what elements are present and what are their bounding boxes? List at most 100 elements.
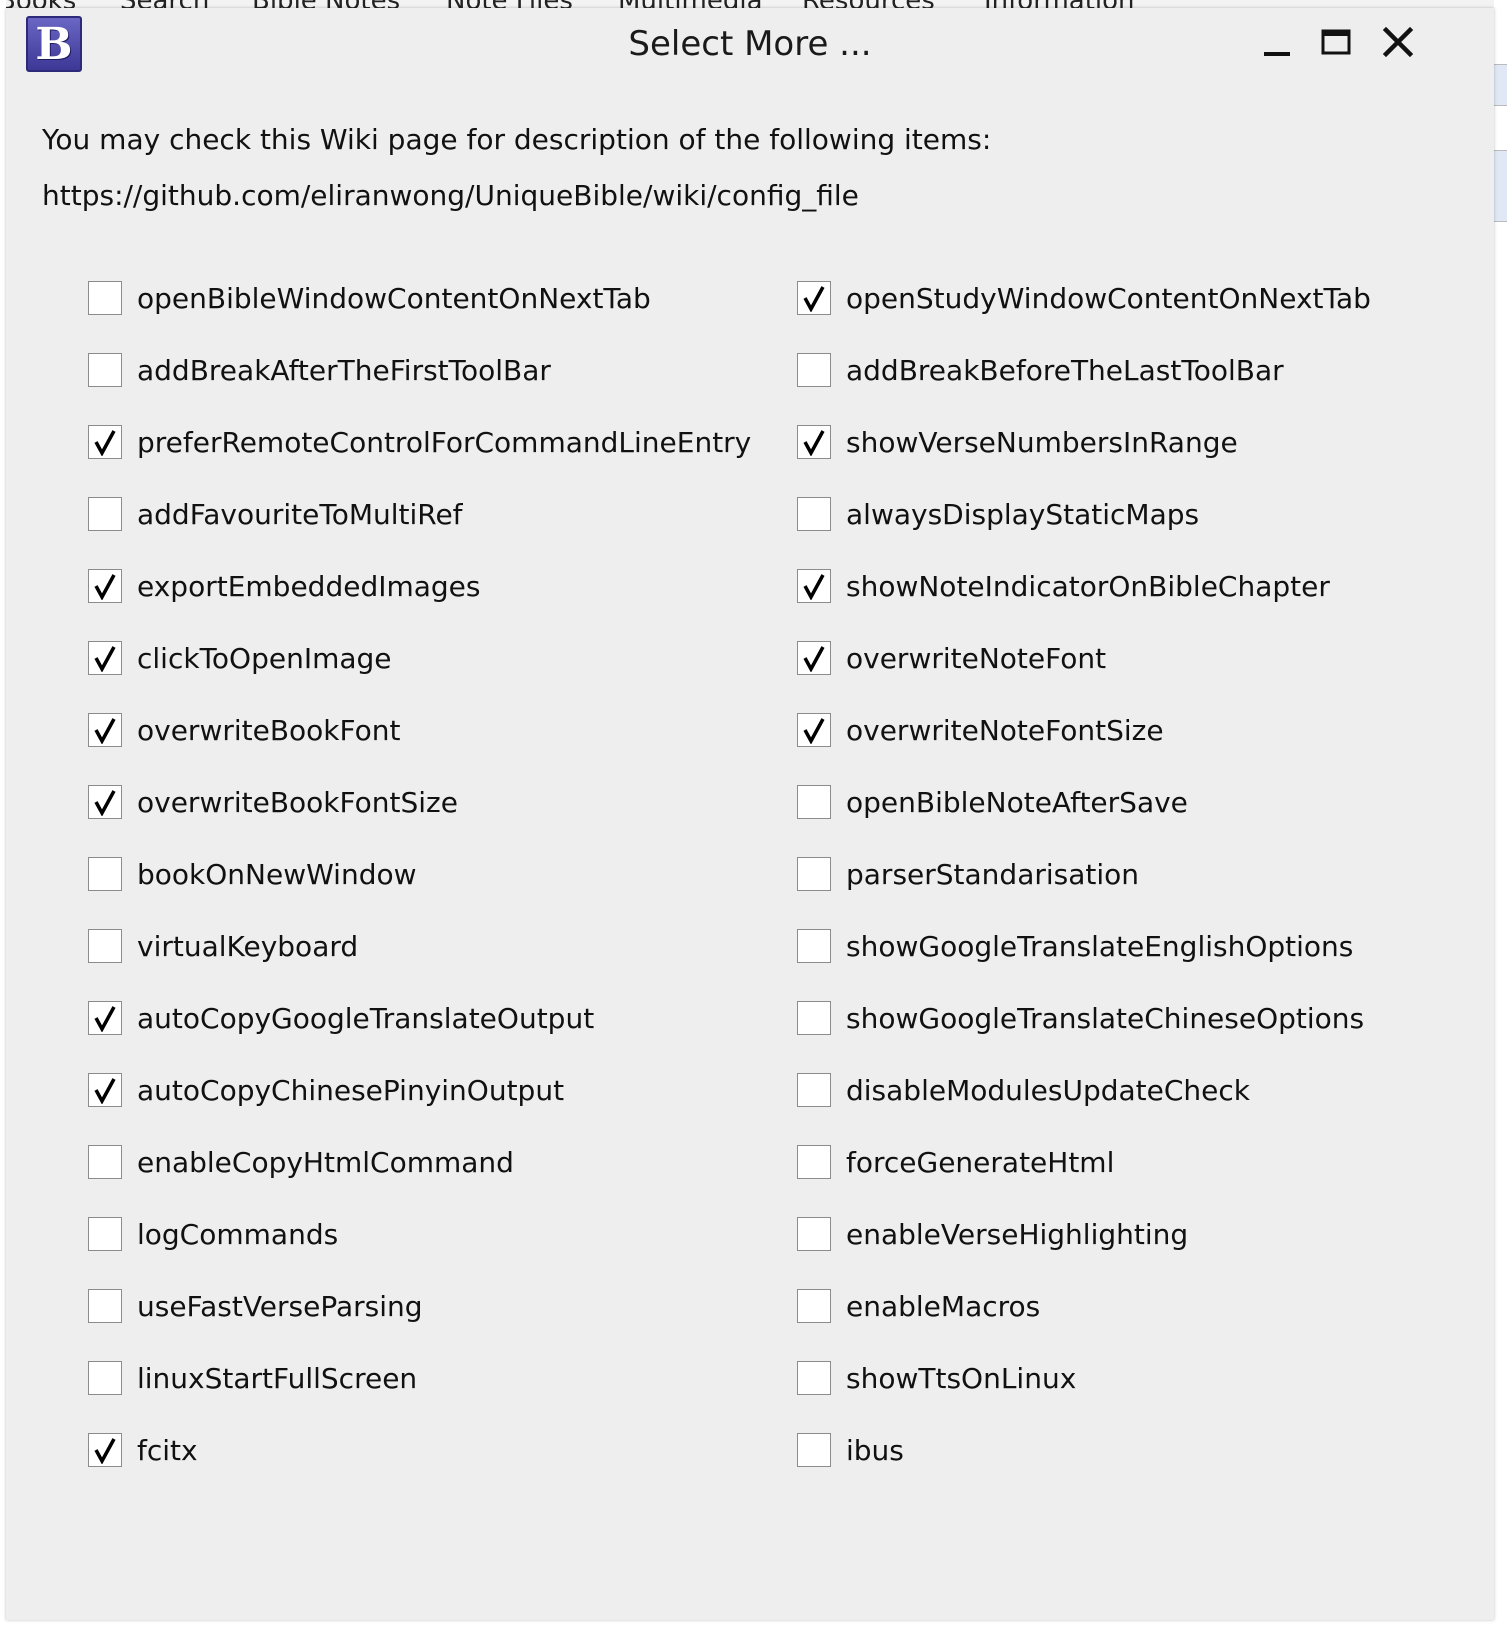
checkbox-label: enableCopyHtmlCommand (137, 1145, 514, 1179)
option-linuxStartFullScreen[interactable]: linuxStartFullScreen (88, 1358, 417, 1398)
option-overwriteBookFontSize[interactable]: overwriteBookFontSize (88, 782, 458, 822)
checkmark-icon (94, 1438, 116, 1464)
checkbox-label: bookOnNewWindow (137, 857, 417, 891)
option-virtualKeyboard[interactable]: virtualKeyboard (88, 926, 358, 966)
checkbox[interactable] (797, 1073, 831, 1107)
checkbox[interactable] (88, 353, 122, 387)
option-clickToOpenImage[interactable]: clickToOpenImage (88, 638, 392, 678)
option-disableModulesUpdateCheck[interactable]: disableModulesUpdateCheck (797, 1070, 1250, 1110)
checkbox[interactable] (88, 425, 122, 459)
checkbox-label: showGoogleTranslateChineseOptions (846, 1001, 1365, 1035)
checkbox[interactable] (88, 497, 122, 531)
checkbox-label: overwriteNoteFont (846, 641, 1107, 675)
minimize-icon (1264, 52, 1290, 56)
option-overwriteNoteFont[interactable]: overwriteNoteFont (797, 638, 1106, 678)
option-enableMacros[interactable]: enableMacros (797, 1286, 1040, 1326)
checkbox[interactable] (88, 1217, 122, 1251)
option-showVerseNumbersInRange[interactable]: showVerseNumbersInRange (797, 422, 1238, 462)
checkbox-label: forceGenerateHtml (846, 1145, 1115, 1179)
checkbox[interactable] (797, 497, 831, 531)
checkbox[interactable] (797, 1145, 831, 1179)
checkbox[interactable] (797, 1217, 831, 1251)
option-addBreakBeforeTheLastToolBar[interactable]: addBreakBeforeTheLastToolBar (797, 350, 1284, 390)
checkmark-icon (94, 718, 116, 744)
checkbox[interactable] (797, 1361, 831, 1395)
checkbox[interactable] (797, 1433, 831, 1467)
bg-toolbar-strip (1494, 150, 1507, 222)
checkbox[interactable] (797, 1001, 831, 1035)
checkbox[interactable] (797, 713, 831, 747)
option-overwriteBookFont[interactable]: overwriteBookFont (88, 710, 400, 750)
option-logCommands[interactable]: logCommands (88, 1214, 338, 1254)
minimize-button[interactable] (1256, 22, 1296, 62)
checkbox[interactable] (88, 1361, 122, 1395)
option-showGoogleTranslateChineseOptions[interactable]: showGoogleTranslateChineseOptions (797, 998, 1364, 1038)
checkmark-icon (94, 574, 116, 600)
checkbox[interactable] (88, 929, 122, 963)
checkbox[interactable] (88, 281, 122, 315)
checkbox-label: showGoogleTranslateEnglishOptions (846, 929, 1354, 963)
checkbox-label: autoCopyGoogleTranslateOutput (137, 1001, 595, 1035)
checkbox-label: parserStandarisation (846, 857, 1140, 891)
checkbox[interactable] (88, 1073, 122, 1107)
maximize-icon (1321, 29, 1351, 55)
checkbox[interactable] (88, 1433, 122, 1467)
option-forceGenerateHtml[interactable]: forceGenerateHtml (797, 1142, 1114, 1182)
checkbox-label: openBibleNoteAfterSave (846, 785, 1188, 819)
checkbox[interactable] (88, 1145, 122, 1179)
option-ibus[interactable]: ibus (797, 1430, 904, 1470)
checkbox[interactable] (88, 1289, 122, 1323)
option-enableVerseHighlighting[interactable]: enableVerseHighlighting (797, 1214, 1188, 1254)
checkbox-label: preferRemoteControlForCommandLineEntry (137, 425, 752, 459)
option-fcitx[interactable]: fcitx (88, 1430, 198, 1470)
checkbox[interactable] (88, 569, 122, 603)
option-addFavouriteToMultiRef[interactable]: addFavouriteToMultiRef (88, 494, 463, 534)
option-bookOnNewWindow[interactable]: bookOnNewWindow (88, 854, 417, 894)
option-showNoteIndicatorOnBibleChapter[interactable]: showNoteIndicatorOnBibleChapter (797, 566, 1330, 606)
option-openStudyWindowContentOnNextTab[interactable]: openStudyWindowContentOnNextTab (797, 278, 1371, 318)
option-enableCopyHtmlCommand[interactable]: enableCopyHtmlCommand (88, 1142, 514, 1182)
option-preferRemoteControlForCommandLineEntry[interactable]: preferRemoteControlForCommandLineEntry (88, 422, 751, 462)
option-openBibleWindowContentOnNextTab[interactable]: openBibleWindowContentOnNextTab (88, 278, 651, 318)
checkmark-icon (94, 646, 116, 672)
checkmark-icon (94, 1078, 116, 1104)
checkbox[interactable] (88, 641, 122, 675)
checkbox[interactable] (88, 713, 122, 747)
checkbox[interactable] (797, 929, 831, 963)
checkbox-label: openBibleWindowContentOnNextTab (137, 281, 651, 315)
select-more-dialog: B Select More ... You may check this Wik… (6, 8, 1494, 1620)
checkbox-label: autoCopyChinesePinyinOutput (137, 1073, 565, 1107)
option-showGoogleTranslateEnglishOptions[interactable]: showGoogleTranslateEnglishOptions (797, 926, 1353, 966)
option-parserStandarisation[interactable]: parserStandarisation (797, 854, 1139, 894)
option-openBibleNoteAfterSave[interactable]: openBibleNoteAfterSave (797, 782, 1188, 822)
option-useFastVerseParsing[interactable]: useFastVerseParsing (88, 1286, 423, 1326)
checkbox-label: addBreakAfterTheFirstToolBar (137, 353, 551, 387)
option-overwriteNoteFontSize[interactable]: overwriteNoteFontSize (797, 710, 1164, 750)
option-showTtsOnLinux[interactable]: showTtsOnLinux (797, 1358, 1076, 1398)
checkbox[interactable] (797, 425, 831, 459)
option-alwaysDisplayStaticMaps[interactable]: alwaysDisplayStaticMaps (797, 494, 1199, 534)
checkbox-label: ibus (846, 1433, 904, 1467)
close-button[interactable] (1378, 22, 1418, 62)
checkbox[interactable] (797, 353, 831, 387)
checkbox[interactable] (88, 1001, 122, 1035)
checkbox-label: disableModulesUpdateCheck (846, 1073, 1251, 1107)
option-autoCopyChinesePinyinOutput[interactable]: autoCopyChinesePinyinOutput (88, 1070, 564, 1110)
checkbox[interactable] (797, 857, 831, 891)
checkbox-label: overwriteBookFont (137, 713, 401, 747)
checkbox[interactable] (88, 785, 122, 819)
checkbox[interactable] (797, 785, 831, 819)
checkbox-label: linuxStartFullScreen (137, 1361, 418, 1395)
maximize-button[interactable] (1316, 22, 1356, 62)
checkbox[interactable] (797, 569, 831, 603)
checkbox[interactable] (797, 641, 831, 675)
dialog-titlebar[interactable]: B Select More ... (6, 8, 1494, 84)
checkbox[interactable] (797, 281, 831, 315)
checkbox[interactable] (797, 1289, 831, 1323)
option-autoCopyGoogleTranslateOutput[interactable]: autoCopyGoogleTranslateOutput (88, 998, 594, 1038)
option-addBreakAfterTheFirstToolBar[interactable]: addBreakAfterTheFirstToolBar (88, 350, 551, 390)
close-icon (1382, 26, 1414, 58)
checkbox[interactable] (88, 857, 122, 891)
option-exportEmbeddedImages[interactable]: exportEmbeddedImages (88, 566, 481, 606)
checkbox-label: clickToOpenImage (137, 641, 392, 675)
